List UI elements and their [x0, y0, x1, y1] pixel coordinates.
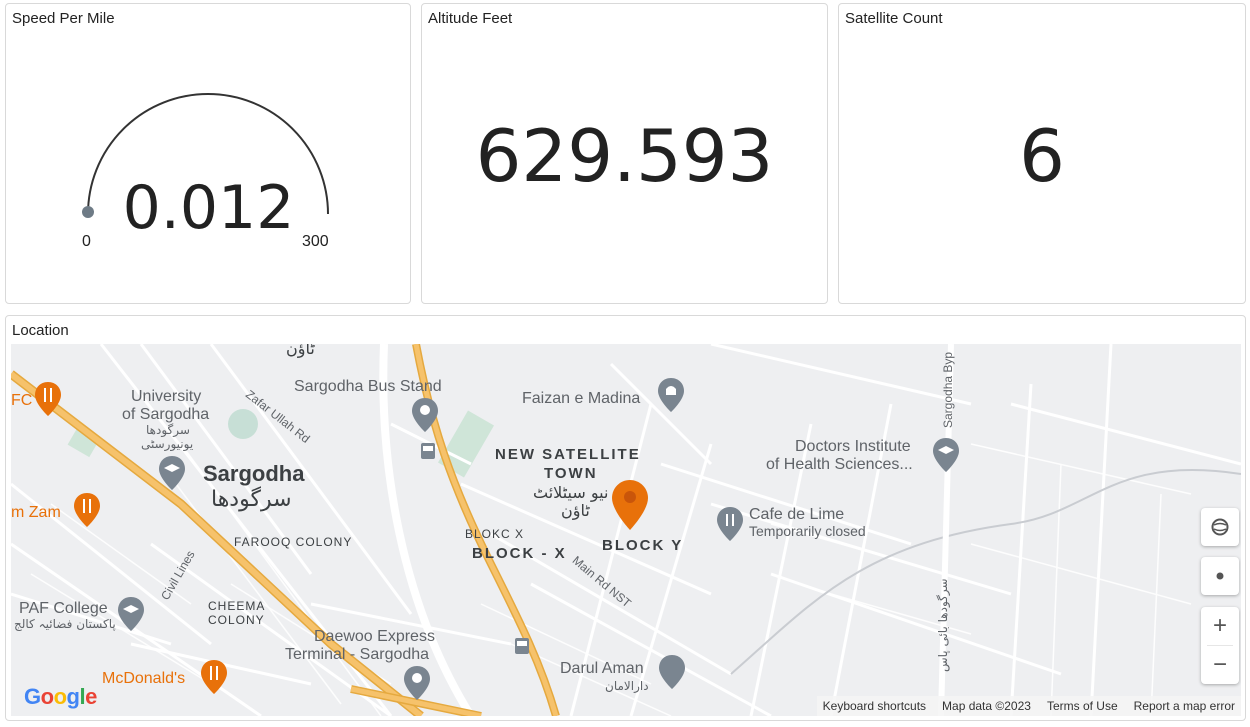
satellite-count-value: 6	[1019, 114, 1065, 198]
zoom-in-button[interactable]: +	[1201, 607, 1239, 645]
location-marker-icon[interactable]	[612, 480, 648, 530]
bus-stand-pin-icon[interactable]	[412, 398, 438, 432]
keyboard-shortcuts-link[interactable]: Keyboard shortcuts	[823, 699, 926, 713]
google-logo: Google	[24, 684, 97, 709]
gauge-min-label: 0	[82, 233, 91, 250]
map-label: m Zam	[11, 504, 61, 521]
map-label: COLONY	[208, 613, 265, 627]
gauge-indicator-dot	[82, 206, 94, 218]
terms-link[interactable]: Terms of Use	[1047, 699, 1118, 713]
map-label: Darul Aman	[560, 660, 644, 677]
map-label: Sargodha Byp	[941, 351, 955, 428]
map-label: TOWN	[544, 465, 598, 482]
daewoo-pin-icon[interactable]	[404, 666, 430, 700]
map-view[interactable]: ٹاؤن Sargodha Bus Stand Faizan e Madina …	[11, 344, 1241, 716]
map-attribution: Keyboard shortcuts Map data ©2023 Terms …	[816, 696, 1241, 716]
map-label: NEW SATELLITE	[495, 446, 641, 463]
location-dot-icon	[1216, 572, 1224, 580]
altitude-value: 629.593	[475, 114, 774, 198]
location-panel-title: Location	[12, 322, 69, 339]
map-label: سرگودھا بائی پاس	[936, 578, 950, 672]
map-label: University	[131, 388, 202, 405]
map-label: of Health Sciences...	[766, 456, 913, 473]
map-label: Temporarily closed	[749, 523, 866, 539]
mosque-pin-icon[interactable]	[658, 378, 684, 412]
map-label: Terminal - Sargodha	[285, 646, 430, 663]
map-label: ٹاؤن	[561, 501, 590, 520]
restaurant-pin-icon[interactable]	[74, 493, 100, 527]
map-label: سرگودھا	[146, 423, 190, 437]
map-type-button[interactable]	[1201, 508, 1239, 546]
cafe-pin-icon[interactable]	[717, 507, 743, 541]
location-panel: Location ٹاؤن Sargodha Bus Stand Faizan …	[5, 315, 1246, 721]
map-label: Cafe de Lime	[749, 506, 845, 523]
paf-college-pin-icon[interactable]	[118, 597, 144, 631]
report-error-link[interactable]: Report a map error	[1134, 699, 1235, 713]
map-label: نیو سیٹلائٹ	[533, 483, 609, 502]
map-label: Faizan e Madina	[522, 390, 641, 407]
my-location-button[interactable]	[1201, 557, 1239, 595]
map-label: یونیورسٹی	[141, 437, 194, 451]
map-label: سرگودھا	[211, 487, 292, 512]
map-label: of Sargodha	[122, 406, 210, 423]
lake-area	[228, 409, 258, 439]
satellite-panel: Satellite Count 6	[838, 3, 1246, 304]
zoom-out-button[interactable]: −	[1201, 646, 1239, 684]
speed-panel: Speed Per Mile 0.012 0 300	[5, 3, 411, 304]
map-label: دارالامان	[605, 679, 649, 693]
map-label: PAF College	[19, 600, 108, 617]
darul-aman-pin-icon[interactable]	[659, 655, 685, 689]
globe-icon	[1211, 518, 1229, 536]
map-label: FC	[11, 392, 33, 409]
mcdonalds-pin-icon[interactable]	[201, 660, 227, 694]
speed-value: 0.012	[122, 173, 295, 243]
map-label: CHEEMA	[208, 599, 266, 613]
map-label: Sargodha Bus Stand	[294, 378, 442, 395]
bus-icon	[421, 443, 435, 459]
university-pin-icon[interactable]	[159, 456, 185, 490]
map-label: ٹاؤن	[286, 344, 315, 358]
restaurant-pin-icon[interactable]	[35, 382, 61, 416]
map-data-text: Map data ©2023	[942, 699, 1031, 713]
altitude-panel: Altitude Feet 629.593	[421, 3, 828, 304]
map-label: Daewoo Express	[314, 628, 435, 645]
gauge-max-label: 300	[302, 233, 329, 250]
map-label: Sargodha	[203, 461, 305, 486]
altitude-panel-title: Altitude Feet	[428, 10, 513, 27]
map-label: FAROOQ COLONY	[234, 535, 353, 549]
zoom-control: + −	[1201, 607, 1239, 684]
speed-gauge	[82, 93, 329, 218]
map-label: McDonald's	[102, 670, 186, 687]
satellite-panel-title: Satellite Count	[845, 10, 943, 27]
bus-icon	[515, 638, 529, 654]
map-label: BLOKC X	[465, 527, 525, 541]
map-label: Doctors Institute	[795, 438, 911, 455]
map-label: پاکستان فضائیہ کالج	[14, 617, 116, 631]
map-label: BLOCK - X	[472, 545, 567, 562]
doctors-institute-pin-icon[interactable]	[933, 438, 959, 472]
curved-road	[730, 469, 1241, 675]
map-label: BLOCK Y	[602, 537, 684, 554]
